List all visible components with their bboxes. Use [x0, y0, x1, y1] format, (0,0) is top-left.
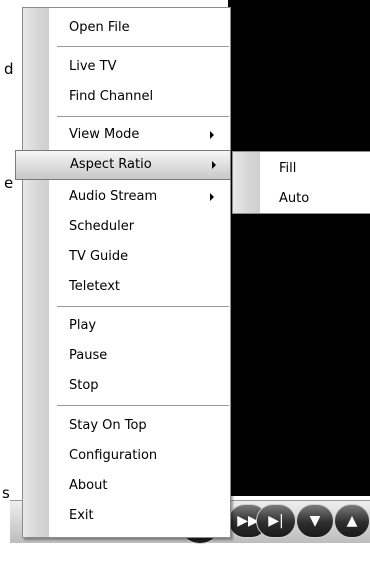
menu-item-label: TV Guide [69, 249, 129, 264]
menu-item-view-mode[interactable]: View Mode [23, 120, 230, 150]
menu-item-label: Stay On Top [69, 418, 147, 433]
menu-item-label: Find Channel [69, 89, 154, 104]
menu-item-label: Live TV [69, 59, 117, 74]
video-area[interactable] [228, 0, 370, 496]
menu-item-label: Fill [279, 161, 297, 176]
menu-item-label: Pause [69, 348, 108, 363]
menu-separator [57, 306, 229, 307]
menu-item-label: Configuration [69, 448, 158, 463]
menu-item-label: Exit [69, 508, 94, 523]
menu-item-label: Auto [279, 191, 310, 206]
next-track-icon: ▶| [268, 513, 284, 529]
menu-item-label: Aspect Ratio [70, 157, 152, 172]
context-menu: Open File Live TV Find Channel View Mode… [15, 7, 231, 538]
menu-item-aspect-ratio[interactable]: Aspect Ratio [15, 150, 231, 180]
menu-item-label: Audio Stream [69, 189, 158, 204]
menu-item-stop[interactable]: Stop [23, 371, 230, 401]
volume-up-button[interactable]: ▲ [334, 504, 370, 538]
menu-item-label: About [69, 478, 108, 493]
submenu-item-fill[interactable]: Fill [233, 154, 370, 184]
menu-item-open-file[interactable]: Open File [23, 13, 230, 43]
submenu-arrow-icon [212, 161, 216, 169]
menu-item-find-channel[interactable]: Find Channel [23, 82, 230, 112]
menu-item-play[interactable]: Play [23, 311, 230, 341]
menu-item-label: View Mode [69, 127, 140, 142]
menu-item-configuration[interactable]: Configuration [23, 441, 230, 471]
menu-item-live-tv[interactable]: Live TV [23, 52, 230, 82]
menu-item-audio-stream[interactable]: Audio Stream [23, 182, 230, 212]
triangle-down-icon: ▼ [309, 513, 321, 529]
menu-item-label: Open File [69, 20, 130, 35]
submenu-arrow-icon [210, 193, 214, 201]
menu-item-stay-on-top[interactable]: Stay On Top [23, 411, 230, 441]
menu-item-label: Play [69, 318, 97, 333]
volume-down-button[interactable]: ▼ [296, 504, 334, 538]
menu-item-exit[interactable]: Exit [23, 501, 230, 531]
menu-separator [57, 46, 229, 47]
next-button[interactable]: ▶| [256, 504, 296, 538]
menu-item-label: Scheduler [69, 219, 135, 234]
menu-item-pause[interactable]: Pause [23, 341, 230, 371]
background-text-fragment: e [4, 174, 14, 192]
submenu-item-auto[interactable]: Auto [233, 184, 370, 214]
menu-item-label: Stop [69, 378, 99, 393]
menu-item-about[interactable]: About [23, 471, 230, 501]
triangle-up-icon: ▲ [346, 513, 358, 529]
background-text-fragment: s [2, 484, 10, 502]
menu-separator [57, 116, 229, 117]
aspect-ratio-submenu: Fill Auto [232, 151, 370, 214]
menu-item-teletext[interactable]: Teletext [23, 272, 230, 302]
submenu-arrow-icon [210, 131, 214, 139]
menu-item-tv-guide[interactable]: TV Guide [23, 242, 230, 272]
menu-item-scheduler[interactable]: Scheduler [23, 212, 230, 242]
background-text-fragment: d [4, 60, 14, 78]
menu-item-label: Teletext [69, 279, 120, 294]
menu-separator [57, 405, 229, 406]
